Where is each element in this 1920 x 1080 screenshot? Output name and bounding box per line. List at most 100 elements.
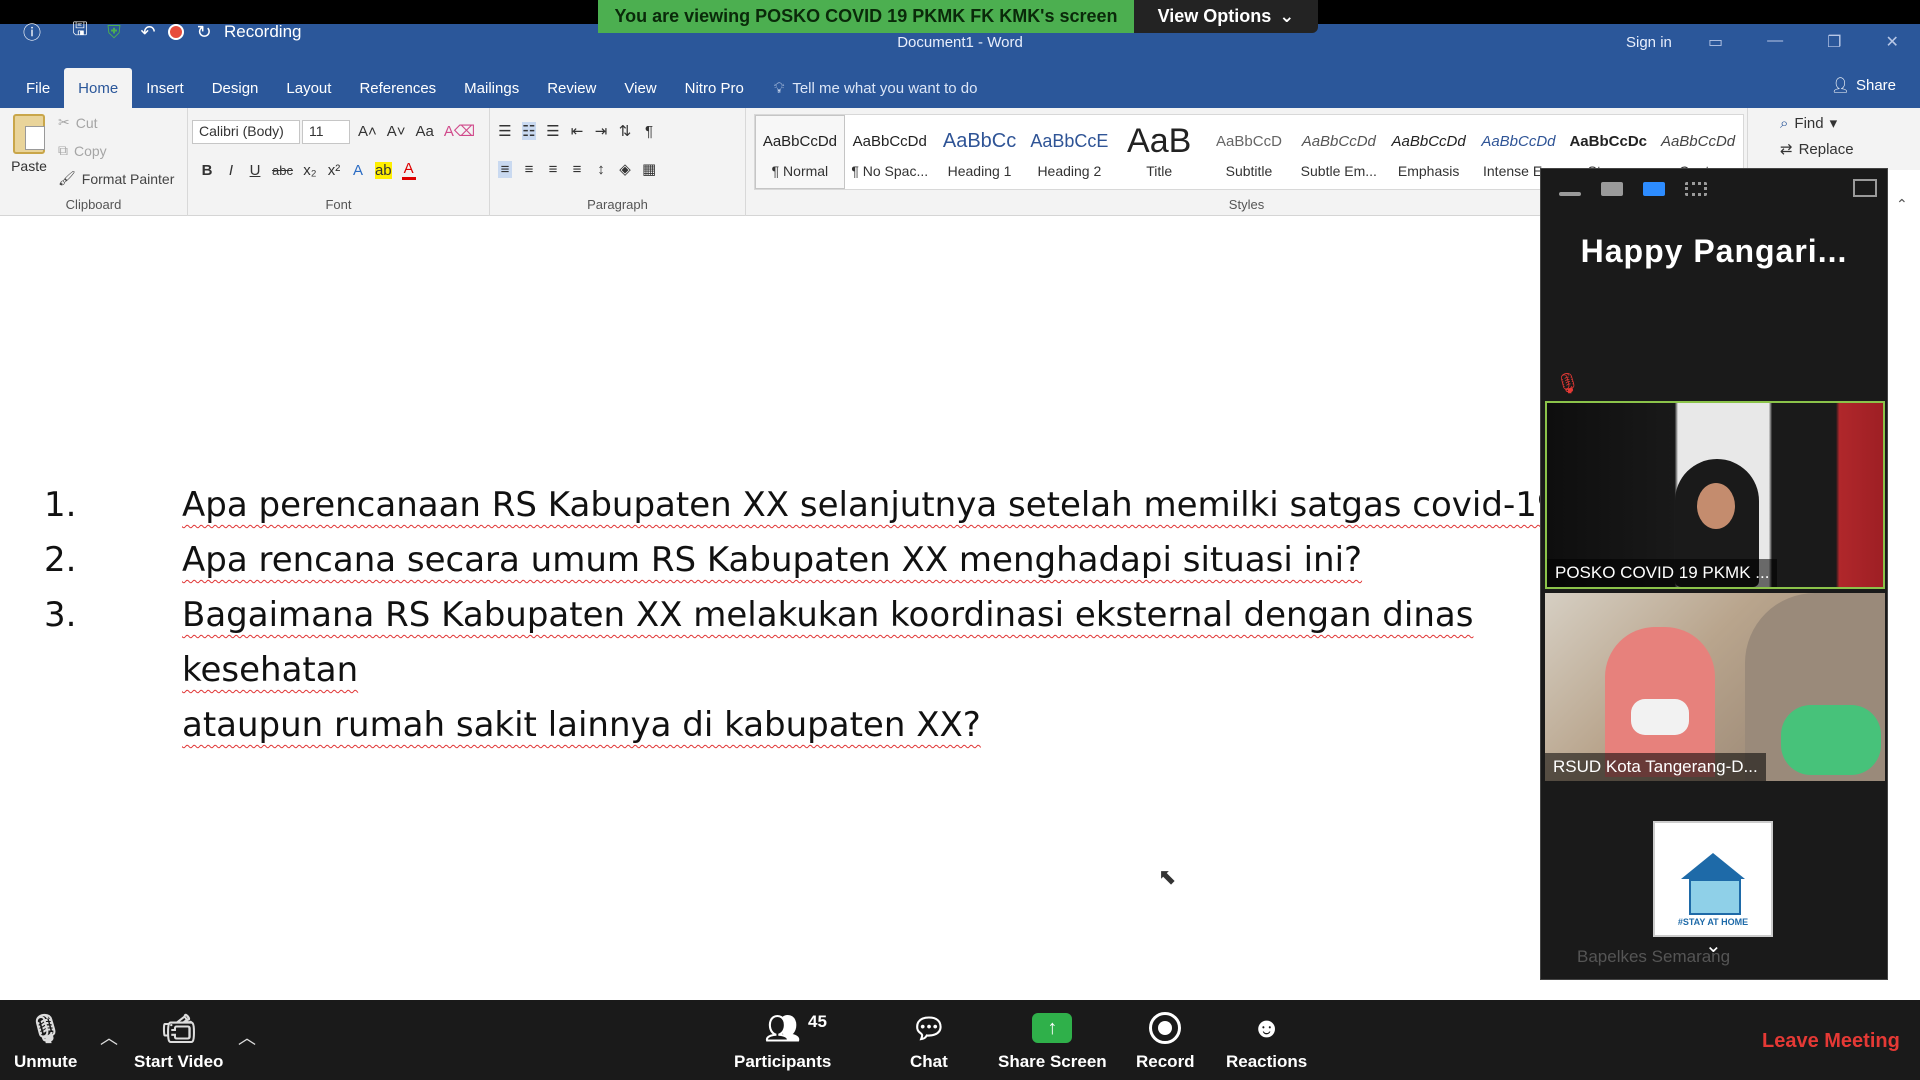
find-button[interactable]: ⌕ Find ▾ — [1780, 114, 1854, 133]
style-heading-1[interactable]: AaBbCc Heading 1 — [935, 115, 1025, 189]
style-subtitle[interactable]: AaBbCcD Subtitle — [1204, 115, 1294, 189]
style-title[interactable]: AaB Title — [1114, 115, 1204, 189]
grow-font-icon[interactable]: A˄ — [358, 123, 377, 140]
tab-view[interactable]: View — [610, 68, 670, 108]
expand-panel-icon[interactable] — [1853, 179, 1877, 197]
style-heading-2[interactable]: AaBbCcE Heading 2 — [1024, 115, 1114, 189]
clipboard-group-label: Clipboard — [65, 197, 122, 212]
font-color-icon[interactable]: A — [401, 160, 416, 180]
cut-button[interactable]: ✂ Cut — [58, 114, 98, 131]
pilcrow-icon[interactable]: ¶ — [642, 123, 656, 140]
tell-me-placeholder: Tell me what you want to do — [792, 79, 978, 97]
decrease-indent-icon[interactable]: ⇤ — [570, 122, 584, 140]
style-sample: AaB — [1127, 121, 1192, 160]
chat-button[interactable]: 💬︎ Chat — [910, 1010, 948, 1072]
minimize-gallery-icon[interactable] — [1559, 192, 1581, 196]
share-button[interactable]: 👤︎ Share — [1831, 76, 1896, 95]
chat-icon: 💬︎ — [911, 1012, 947, 1044]
paste-button[interactable]: Paste — [8, 114, 50, 174]
replace-icon: ⇄ — [1780, 141, 1793, 158]
leave-meeting-button[interactable]: Leave Meeting — [1762, 1030, 1900, 1053]
font-size-controls: A˄ A˅ Aa A⌫ — [358, 122, 475, 141]
multilevel-list-icon[interactable]: ☰ — [546, 122, 560, 140]
recording-label: Recording — [224, 22, 302, 41]
unmute-button[interactable]: 🎙︎ Unmute — [14, 1010, 77, 1072]
replace-label: Replace — [1798, 140, 1854, 158]
save-icon[interactable]: 🖫 — [66, 18, 94, 46]
clear-formatting-icon[interactable]: A⌫ — [444, 122, 475, 140]
start-video-button[interactable]: 📹︎ Start Video — [134, 1010, 223, 1072]
borders-icon[interactable]: ▦ — [642, 160, 656, 178]
tab-insert[interactable]: Insert — [132, 68, 198, 108]
list-number: 2. — [44, 540, 77, 580]
strikethrough-icon[interactable]: abc — [272, 163, 293, 178]
undo-icon[interactable]: ↶ — [134, 18, 162, 46]
reactions-button[interactable]: ☻ Reactions — [1226, 1010, 1307, 1072]
style-no-spacing[interactable]: AaBbCcDd ¶ No Spac... — [845, 115, 935, 189]
format-painter-button[interactable]: 🖌︎ Format Painter — [58, 170, 174, 187]
bold-icon[interactable]: B — [200, 162, 214, 179]
minimize-icon[interactable]: — — [1767, 32, 1783, 52]
justify-icon[interactable]: ≡ — [570, 161, 584, 178]
text-effects-icon[interactable]: A — [351, 162, 365, 179]
line-spacing-icon[interactable]: ↕ — [594, 161, 608, 178]
video-tile[interactable]: RSUD Kota Tangerang-D... — [1545, 593, 1885, 781]
numbering-icon[interactable]: ☷ — [522, 122, 536, 140]
highlight-icon[interactable]: ab — [374, 161, 392, 179]
style-name: Emphasis — [1397, 163, 1460, 179]
tab-home[interactable]: Home — [64, 68, 133, 108]
cut-label: Cut — [75, 114, 98, 131]
align-center-icon[interactable]: ≡ — [522, 161, 536, 178]
tab-references[interactable]: References — [345, 68, 450, 108]
shrink-font-icon[interactable]: A˅ — [387, 123, 406, 140]
sign-in-link[interactable]: Sign in — [1626, 34, 1672, 51]
subscript-icon[interactable]: x₂ — [303, 162, 317, 179]
view-options-button[interactable]: View Options ⌄ — [1134, 0, 1318, 33]
document-canvas[interactable]: 1. Apa perencanaan RS Kabupaten XX selan… — [0, 216, 1540, 1000]
font-size-select[interactable]: 11 — [302, 120, 350, 144]
share-screen-button[interactable]: ↑ Share Screen — [998, 1010, 1107, 1072]
bullets-icon[interactable]: ☰ — [498, 122, 512, 140]
grid-view-icon[interactable] — [1685, 182, 1707, 196]
style-name: ¶ Normal — [771, 163, 829, 179]
collapse-ribbon-icon[interactable]: ⌃ — [1896, 196, 1908, 213]
change-case-icon[interactable]: Aa — [416, 123, 434, 140]
info-icon[interactable]: ⓘ — [18, 18, 46, 46]
copy-button[interactable]: ⧉ Copy — [58, 142, 107, 159]
tab-mailings[interactable]: Mailings — [450, 68, 533, 108]
style-emphasis[interactable]: AaBbCcDd Emphasis — [1384, 115, 1474, 189]
style-normal[interactable]: AaBbCcDd ¶ Normal — [755, 115, 845, 189]
italic-icon[interactable]: I — [224, 162, 238, 179]
strip-view-icon[interactable] — [1643, 182, 1665, 196]
align-left-icon[interactable]: ≡ — [498, 160, 512, 178]
tab-file[interactable]: File — [12, 68, 64, 108]
tab-layout[interactable]: Layout — [272, 68, 345, 108]
tab-nitro-pro[interactable]: Nitro Pro — [671, 68, 758, 108]
search-icon: ⌕ — [1780, 114, 1789, 132]
style-sample: AaBbCcDd — [1660, 132, 1736, 150]
tell-me-box[interactable]: 💡︎ Tell me what you want to do — [758, 68, 978, 108]
tab-review[interactable]: Review — [533, 68, 610, 108]
scroll-down-icon[interactable]: ⌄ — [1705, 933, 1722, 958]
recording-indicator[interactable]: ⛨ ↶ ↻ Recording — [100, 18, 302, 46]
underline-icon[interactable]: U — [248, 162, 262, 179]
audio-options-caret-icon[interactable]: ︿ — [100, 1024, 118, 1050]
video-options-caret-icon[interactable]: ︿ — [238, 1024, 256, 1050]
font-family-select[interactable]: Calibri (Body) — [192, 120, 300, 144]
style-subtle-emphasis[interactable]: AaBbCcDd Subtle Em... — [1294, 115, 1384, 189]
ribbon-display-icon[interactable]: ▭ — [1708, 32, 1723, 52]
increase-indent-icon[interactable]: ⇥ — [594, 122, 608, 140]
record-button[interactable]: Record — [1136, 1010, 1195, 1072]
shading-icon[interactable]: ◈ — [618, 160, 632, 178]
restore-icon[interactable]: ❐ — [1827, 32, 1841, 52]
superscript-icon[interactable]: x² — [327, 162, 341, 179]
align-right-icon[interactable]: ≡ — [546, 161, 560, 178]
video-tile-active-speaker[interactable]: POSKO COVID 19 PKMK ... — [1545, 401, 1885, 589]
redo-icon[interactable]: ↻ — [190, 18, 218, 46]
tab-design[interactable]: Design — [198, 68, 273, 108]
paste-label: Paste — [11, 158, 47, 174]
sort-icon[interactable]: ⇅ — [618, 122, 632, 140]
close-icon[interactable]: ✕ — [1885, 32, 1898, 52]
single-video-icon[interactable] — [1601, 182, 1623, 196]
replace-button[interactable]: ⇄ Replace — [1780, 140, 1854, 159]
